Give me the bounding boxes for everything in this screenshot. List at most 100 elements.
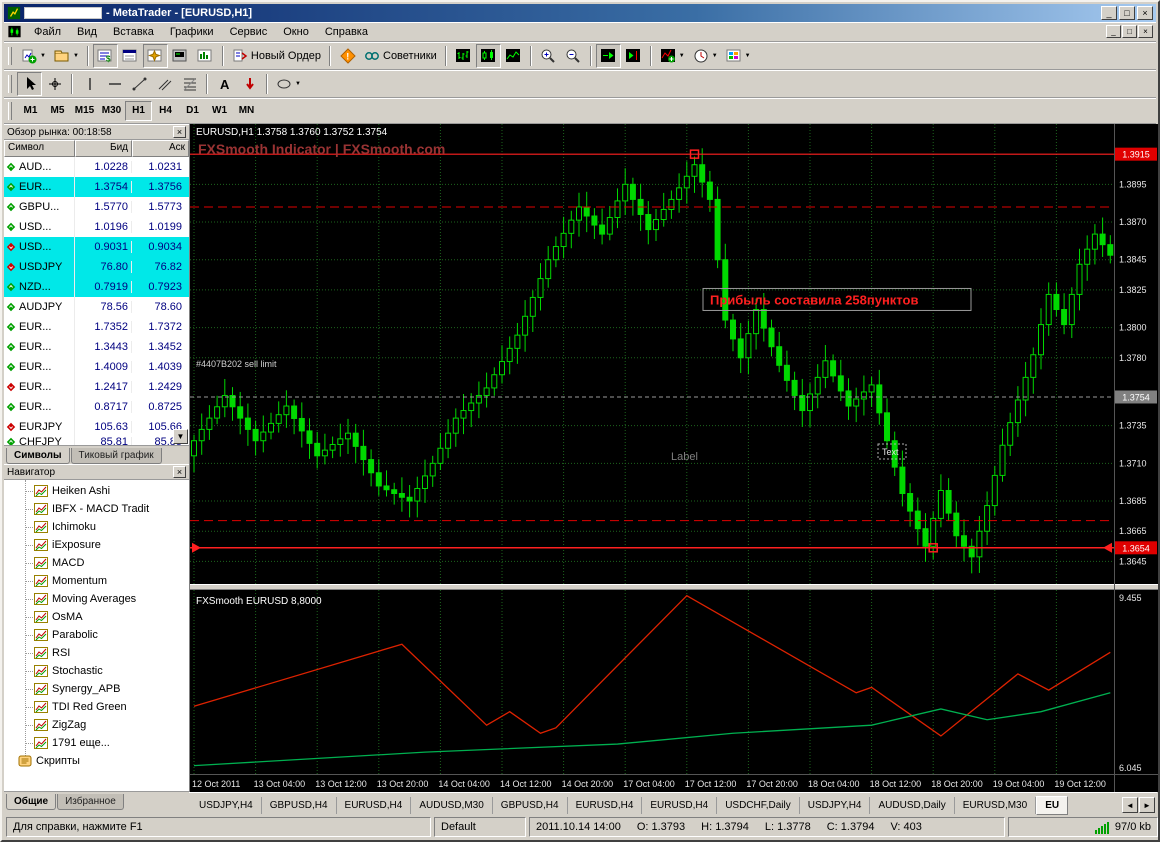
timeframe-h1[interactable]: H1 (125, 100, 152, 121)
market-watch-tab[interactable]: Символы (6, 448, 70, 464)
timeframe-h4[interactable]: H4 (152, 101, 179, 121)
market-watch-row[interactable]: EUR... 1.3754 1.3756 (4, 177, 189, 197)
line-chart-button[interactable] (501, 44, 526, 68)
menu-window[interactable]: Окно (275, 23, 317, 41)
chart-tab[interactable]: EURUSD,H4 (568, 796, 643, 814)
shapes-button[interactable]: ▼ (272, 72, 305, 96)
navigator-button[interactable] (142, 43, 168, 68)
market-watch-row[interactable]: EUR... 1.4009 1.4039 (4, 357, 189, 377)
data-window-button[interactable] (118, 44, 143, 68)
market-watch-button[interactable]: $ (92, 43, 118, 68)
profit-annotation[interactable]: Прибыль составила 258пунктов (710, 292, 918, 307)
navigator-item[interactable]: ZigZag (4, 716, 189, 734)
market-watch-row[interactable]: GBPU... 1.5770 1.5773 (4, 197, 189, 217)
child-minimize-button[interactable]: _ (1106, 25, 1121, 38)
bar-chart-button[interactable] (451, 44, 476, 68)
chart-tab[interactable]: GBPUSD,H4 (493, 796, 568, 814)
navigator-item[interactable]: iExposure (4, 536, 189, 554)
cursor-button[interactable] (17, 71, 42, 96)
zoom-out-button[interactable] (561, 44, 586, 68)
new-chart-button[interactable]: ▼ (17, 44, 50, 68)
navigator-item[interactable]: Moving Averages (4, 590, 189, 608)
market-watch-row[interactable]: AUD... 1.0228 1.0231 (4, 157, 189, 177)
market-watch-row[interactable]: EURJPY 105.63 105.66 (4, 417, 189, 437)
market-watch-row[interactable]: USD... 0.9031 0.9034 (4, 237, 189, 257)
zoom-in-button[interactable] (536, 44, 561, 68)
menu-file[interactable]: Файл (26, 23, 69, 41)
column-header-bid[interactable]: Бид (75, 140, 132, 157)
timeframe-m1[interactable]: M1 (17, 101, 44, 121)
price-chart[interactable]: 1.3895 1.3870 1.3845 1.3825 1.3800 1.3780 1.37… (190, 124, 1158, 792)
market-watch-row[interactable]: CHFJPY 85.81 85.85 (4, 437, 189, 445)
menu-help[interactable]: Справка (317, 23, 376, 41)
label-object[interactable]: Label (671, 451, 698, 463)
market-watch-row[interactable]: EUR... 1.2417 1.2429 (4, 377, 189, 397)
market-watch-tab[interactable]: Тиковый график (70, 448, 162, 464)
templates-button[interactable]: ▼ (722, 44, 755, 68)
navigator-item[interactable]: MACD (4, 554, 189, 572)
close-button[interactable]: × (1137, 6, 1153, 20)
market-watch-row[interactable]: EUR... 1.7352 1.7372 (4, 317, 189, 337)
arrows-tool-button[interactable] (237, 72, 262, 96)
market-watch-row[interactable]: USD... 1.0196 1.0199 (4, 217, 189, 237)
market-watch-row[interactable]: EUR... 1.3443 1.3452 (4, 337, 189, 357)
chart-tab[interactable]: EURUSD,H4 (642, 796, 718, 814)
new-order-button[interactable]: Новый Ордер (228, 44, 325, 68)
navigator-tab[interactable]: Избранное (57, 794, 124, 810)
chart-tab[interactable]: EU (1036, 795, 1069, 815)
navigator-item[interactable]: Synergy_APB (4, 680, 189, 698)
market-watch-row[interactable]: AUDJPY 78.56 78.60 (4, 297, 189, 317)
chart-watermark[interactable]: FXSmooth Indicator | FXSmooth.com (198, 141, 445, 157)
minimize-button[interactable]: _ (1101, 6, 1117, 20)
navigator-item[interactable]: 1791 еще... (4, 734, 189, 752)
maximize-button[interactable]: □ (1119, 6, 1135, 20)
timeframe-mn[interactable]: MN (233, 101, 260, 121)
horizontal-line-button[interactable] (102, 72, 127, 96)
strategy-tester-button[interactable] (193, 44, 218, 68)
chart-tab[interactable]: GBPUSD,H4 (262, 796, 337, 814)
navigator-close-button[interactable]: × (173, 466, 186, 478)
expert-advisors-button[interactable]: Советники (360, 44, 441, 68)
market-watch-close-button[interactable]: × (173, 126, 186, 138)
navigator-item[interactable]: Parabolic (4, 626, 189, 644)
scroll-down-icon[interactable]: ▼ (173, 429, 188, 444)
chart-tab[interactable]: AUDUSD,Daily (870, 796, 955, 814)
auto-scroll-button[interactable] (595, 43, 621, 68)
timeframe-w1[interactable]: W1 (206, 101, 233, 121)
chart-tab[interactable]: EURUSD,M30 (955, 796, 1037, 814)
metaeditor-button[interactable]: ! (335, 44, 360, 68)
toolbar-grip[interactable] (8, 46, 12, 65)
chart-window[interactable]: 1.3895 1.3870 1.3845 1.3825 1.3800 1.3780 1.37… (189, 124, 1158, 792)
timeframe-m15[interactable]: M15 (71, 101, 98, 121)
navigator-tab[interactable]: Общие (6, 794, 57, 810)
indicators-list-button[interactable]: ▼ (656, 44, 689, 68)
navigator-item[interactable]: Stochastic (4, 662, 189, 680)
menu-view[interactable]: Вид (69, 23, 105, 41)
market-watch-row[interactable]: EUR... 0.8717 0.8725 (4, 397, 189, 417)
tabs-scroll-right-icon[interactable]: ► (1139, 797, 1155, 813)
vertical-line-button[interactable] (77, 72, 102, 96)
navigator-item[interactable]: TDI Red Green (4, 698, 189, 716)
column-header-ask[interactable]: Аск (132, 140, 189, 157)
equidistant-channel-button[interactable] (152, 72, 177, 96)
toolbar-grip[interactable] (8, 101, 12, 120)
status-profile[interactable]: Default (434, 817, 526, 837)
tabs-scroll-left-icon[interactable]: ◄ (1122, 797, 1138, 813)
chart-tab[interactable]: AUDUSD,M30 (411, 796, 493, 814)
menu-insert[interactable]: Вставка (105, 23, 162, 41)
menu-service[interactable]: Сервис (222, 23, 276, 41)
menu-charts[interactable]: Графики (162, 23, 222, 41)
terminal-button[interactable] (168, 44, 193, 68)
market-watch-row[interactable]: NZD... 0.7919 0.7923 (4, 277, 189, 297)
navigator-item[interactable]: RSI (4, 644, 189, 662)
order-line-label[interactable]: #4407B202 sell limit (196, 359, 277, 369)
navigator-scripts[interactable]: Скрипты (4, 752, 189, 770)
crosshair-button[interactable] (42, 72, 67, 96)
navigator-item[interactable]: Heiken Ashi (4, 482, 189, 500)
candlestick-chart-button[interactable] (475, 43, 501, 68)
trendline-button[interactable] (127, 72, 152, 96)
chart-tab[interactable]: USDCHF,Daily (717, 796, 800, 814)
timeframe-m30[interactable]: M30 (98, 101, 125, 121)
chart-tab[interactable]: USDJPY,H4 (191, 796, 262, 814)
periods-button[interactable]: ▼ (689, 44, 722, 68)
